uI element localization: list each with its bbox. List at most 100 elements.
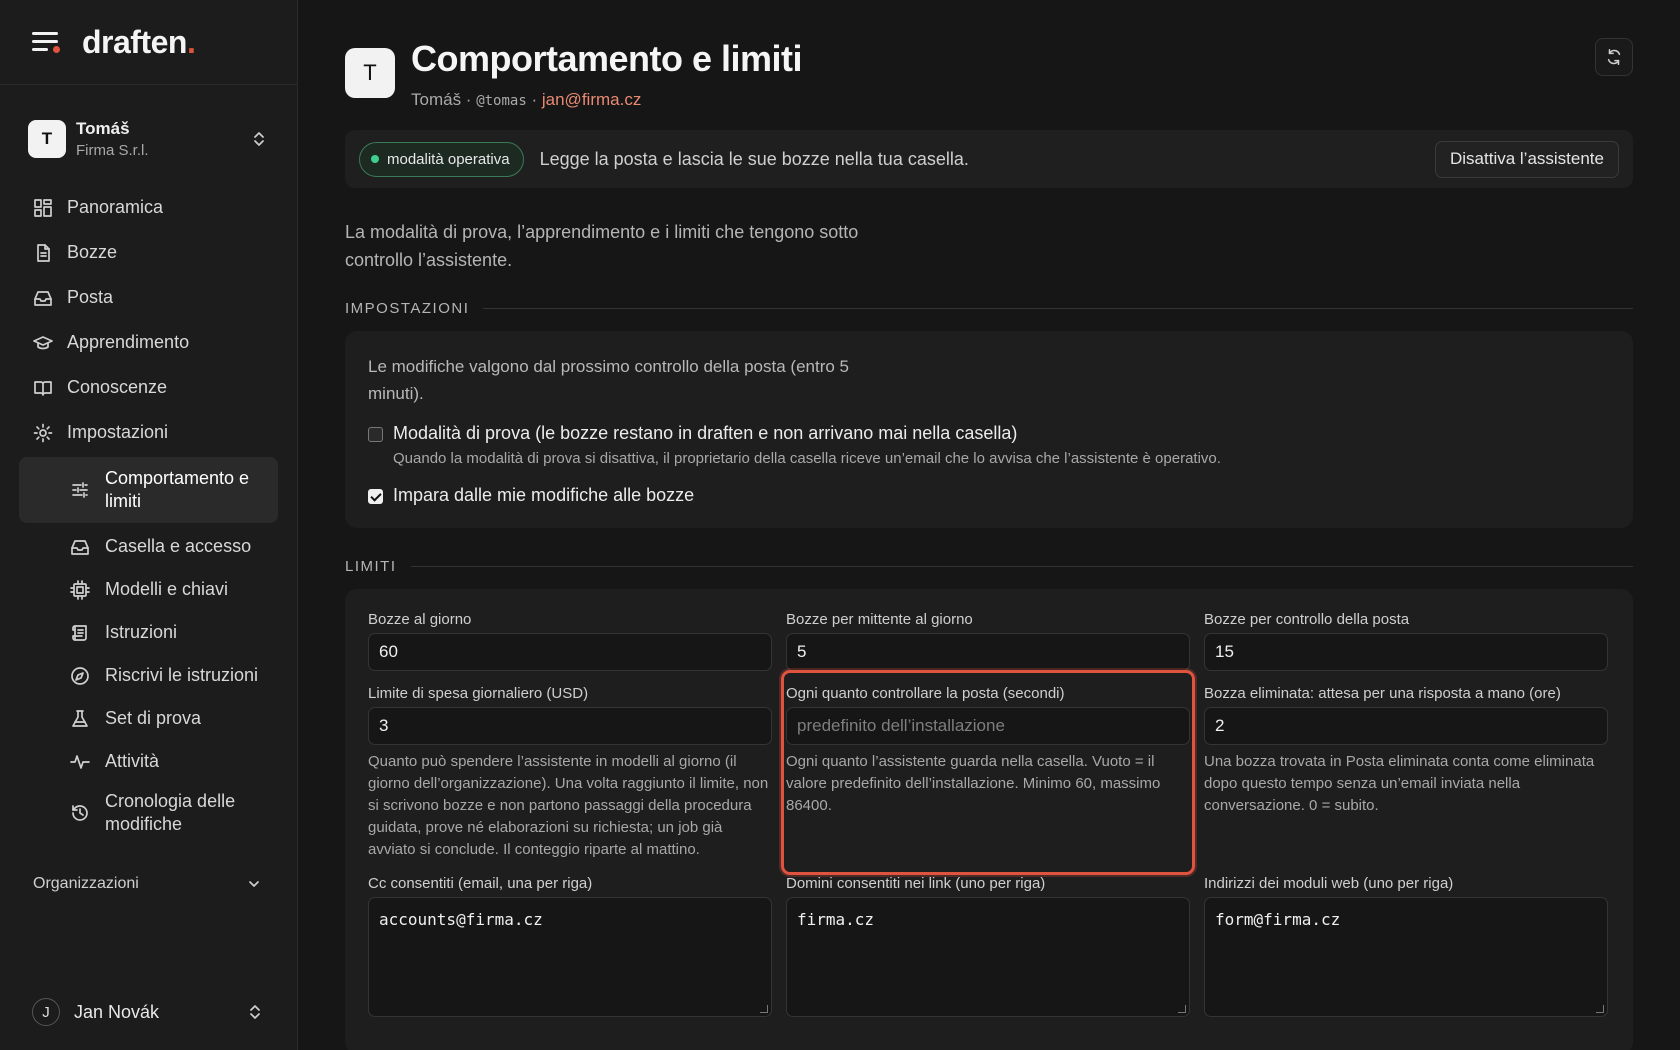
sidebar-subitem-modelli[interactable]: Modelli e chiavi bbox=[0, 568, 297, 611]
field-label: Indirizzi dei moduli web (uno per riga) bbox=[1204, 875, 1454, 892]
trial-mode-label[interactable]: Modalità di prova (le bozze restano in d… bbox=[393, 423, 1221, 444]
flask-icon bbox=[72, 709, 88, 727]
header-email-link[interactable]: jan@firma.cz bbox=[542, 90, 641, 109]
main-content: T Comportamento e limiti Tomáš · @tomas … bbox=[298, 0, 1680, 1050]
drafts-per-check-field: Bozze per controllo della posta 15 bbox=[1204, 611, 1608, 671]
drafts-per-sender-input[interactable]: 5 bbox=[786, 633, 1190, 671]
header-name: Tomáš bbox=[411, 90, 462, 109]
settings-note: Le modifiche valgono dal prossimo contro… bbox=[368, 357, 849, 403]
separator: · bbox=[461, 90, 477, 109]
sidebar-subitem-casella[interactable]: Casella e accesso bbox=[0, 525, 297, 568]
sidebar-item-conoscenze[interactable]: Conoscenze bbox=[0, 365, 297, 410]
org-user-name: Tomáš bbox=[76, 119, 130, 138]
field-label: Bozze al giorno bbox=[368, 611, 472, 628]
sidebar-subitem-riscrivi[interactable]: Riscrivi le istruzioni bbox=[0, 654, 297, 697]
cc-allowed-field: Cc consentiti (email, una per riga) acco… bbox=[368, 875, 772, 1017]
sidebar-item-label: Panoramica bbox=[67, 197, 164, 217]
refresh-icon bbox=[1607, 49, 1621, 65]
sidebar-nav: Panoramica Bozze Posta Apprendimento Con… bbox=[0, 185, 297, 899]
org-avatar: T bbox=[28, 120, 66, 158]
drafts-per-sender-field: Bozze per mittente al giorno 5 bbox=[786, 611, 1190, 671]
book-icon bbox=[34, 380, 52, 396]
sidebar-subitem-set-di-prova[interactable]: Set di prova bbox=[0, 697, 297, 740]
field-help: Quanto può spendere l’assistente in mode… bbox=[368, 753, 769, 858]
scroll-icon bbox=[72, 624, 87, 641]
link-domains-field: Domini consentiti nei link (uno per riga… bbox=[786, 875, 1190, 1017]
page-header: T Comportamento e limiti Tomáš · @tomas … bbox=[345, 0, 1633, 110]
deleted-wait-field: Bozza eliminata: attesa per una risposta… bbox=[1204, 685, 1608, 861]
inbox-icon bbox=[34, 290, 52, 306]
drafts-per-day-input[interactable]: 60 bbox=[368, 633, 772, 671]
sidebar-subitem-cronologia[interactable]: Cronologia delle modifiche bbox=[0, 783, 297, 843]
sidebar-item-label: Posta bbox=[67, 287, 114, 307]
compass-icon bbox=[71, 666, 89, 685]
grid-icon bbox=[34, 198, 52, 217]
sidebar-item-label: Casella e accesso bbox=[105, 536, 252, 556]
learn-label[interactable]: Impara dalle mie modifiche alle bozze bbox=[393, 485, 694, 506]
status-badge-label: modalità operativa bbox=[387, 150, 510, 168]
sidebar-subitem-istruzioni[interactable]: Istruzioni bbox=[0, 611, 297, 654]
sidebar-item-bozze[interactable]: Bozze bbox=[0, 230, 297, 275]
sidebar-item-label: Apprendimento bbox=[67, 332, 190, 352]
section-title: IMPOSTAZIONI bbox=[345, 300, 470, 317]
status-badge: modalità operativa bbox=[359, 141, 524, 177]
page-avatar: T bbox=[345, 48, 395, 98]
organizations-label: Organizzazioni bbox=[33, 875, 139, 892]
sidebar-subitem-attivita[interactable]: Attività bbox=[0, 740, 297, 783]
sidebar-item-label: Set di prova bbox=[105, 708, 202, 728]
refresh-button[interactable] bbox=[1595, 38, 1633, 76]
separator: · bbox=[526, 90, 542, 109]
brand-logo[interactable]: draften. bbox=[82, 24, 196, 61]
field-label: Limite di spesa giornaliero (USD) bbox=[368, 685, 589, 702]
sidebar-item-label: Cronologia delle modifiche bbox=[105, 791, 236, 834]
status-text: Legge la posta e lascia le sue bozze nel… bbox=[539, 148, 969, 169]
document-icon bbox=[37, 243, 50, 262]
sidebar-item-label: Attività bbox=[105, 751, 160, 771]
sidebar-item-label: Comportamento e limiti bbox=[105, 468, 250, 511]
settings-card: Le modifiche valgono dal prossimo contro… bbox=[345, 331, 1633, 528]
web-forms-field: Indirizzi dei moduli web (uno per riga) … bbox=[1204, 875, 1608, 1017]
sidebar-subitem-comportamento[interactable]: Comportamento e limiti bbox=[19, 457, 278, 523]
sidebar-item-panoramica[interactable]: Panoramica bbox=[0, 185, 297, 230]
sidebar-item-label: Impostazioni bbox=[67, 422, 169, 442]
field-label: Bozze per controllo della posta bbox=[1204, 611, 1410, 628]
sidebar-item-posta[interactable]: Posta bbox=[0, 275, 297, 320]
field-label: Cc consentiti (email, una per riga) bbox=[368, 875, 593, 892]
sidebar-item-impostazioni[interactable]: Impostazioni bbox=[0, 410, 297, 455]
limits-section-header: LIMITI bbox=[345, 558, 1633, 575]
header-handle: @tomas bbox=[476, 93, 527, 109]
history-icon bbox=[72, 805, 88, 821]
settings-section-header: IMPOSTAZIONI bbox=[345, 300, 1633, 317]
poll-interval-input[interactable]: predefinito dell’installazione bbox=[786, 707, 1190, 745]
chevron-down-icon bbox=[249, 881, 259, 887]
field-label: Bozze per mittente al giorno bbox=[786, 611, 973, 628]
user-menu[interactable]: J Jan Novák bbox=[0, 998, 297, 1026]
organizations-toggle[interactable]: Organizzazioni bbox=[0, 869, 297, 899]
trial-mode-checkbox[interactable] bbox=[368, 427, 383, 442]
sidebar-item-label: Riscrivi le istruzioni bbox=[105, 665, 259, 685]
cc-allowed-textarea[interactable]: accounts@firma.cz bbox=[368, 897, 772, 1017]
field-help: Una bozza trovata in Posta eliminata con… bbox=[1204, 753, 1595, 814]
field-help: Ogni quanto l’assistente guarda nella ca… bbox=[786, 753, 1161, 814]
poll-interval-field: Ogni quanto controllare la posta (second… bbox=[781, 670, 1195, 875]
sidebar-item-label: Bozze bbox=[67, 242, 118, 262]
chevron-updown-icon bbox=[250, 1005, 260, 1019]
disable-assistant-button[interactable]: Disattiva l’assistente bbox=[1434, 140, 1619, 178]
learn-checkbox[interactable] bbox=[368, 489, 383, 504]
sidebar-item-label: Istruzioni bbox=[105, 622, 178, 642]
inbox-icon bbox=[71, 539, 89, 555]
chevron-updown-icon bbox=[254, 132, 264, 146]
sidebar-item-apprendimento[interactable]: Apprendimento bbox=[0, 320, 297, 365]
spend-limit-field: Limite di spesa giornaliero (USD) 3 Quan… bbox=[368, 685, 772, 861]
org-switcher[interactable]: T Tomáš Firma S.r.l. bbox=[0, 115, 297, 163]
deleted-wait-input[interactable]: 2 bbox=[1204, 707, 1608, 745]
drafts-per-check-input[interactable]: 15 bbox=[1204, 633, 1608, 671]
page-subtitle: Tomáš · @tomas · jan@firma.cz bbox=[411, 90, 802, 110]
page-intro: La modalità di prova, l’apprendimento e … bbox=[345, 222, 859, 270]
link-domains-textarea[interactable]: firma.cz bbox=[786, 897, 1190, 1017]
trial-mode-row: Modalità di prova (le bozze restano in d… bbox=[368, 423, 1610, 467]
web-forms-textarea[interactable]: form@firma.cz bbox=[1204, 897, 1608, 1017]
spend-limit-input[interactable]: 3 bbox=[368, 707, 772, 745]
chip-icon bbox=[70, 579, 90, 600]
menu-icon[interactable] bbox=[32, 31, 60, 53]
